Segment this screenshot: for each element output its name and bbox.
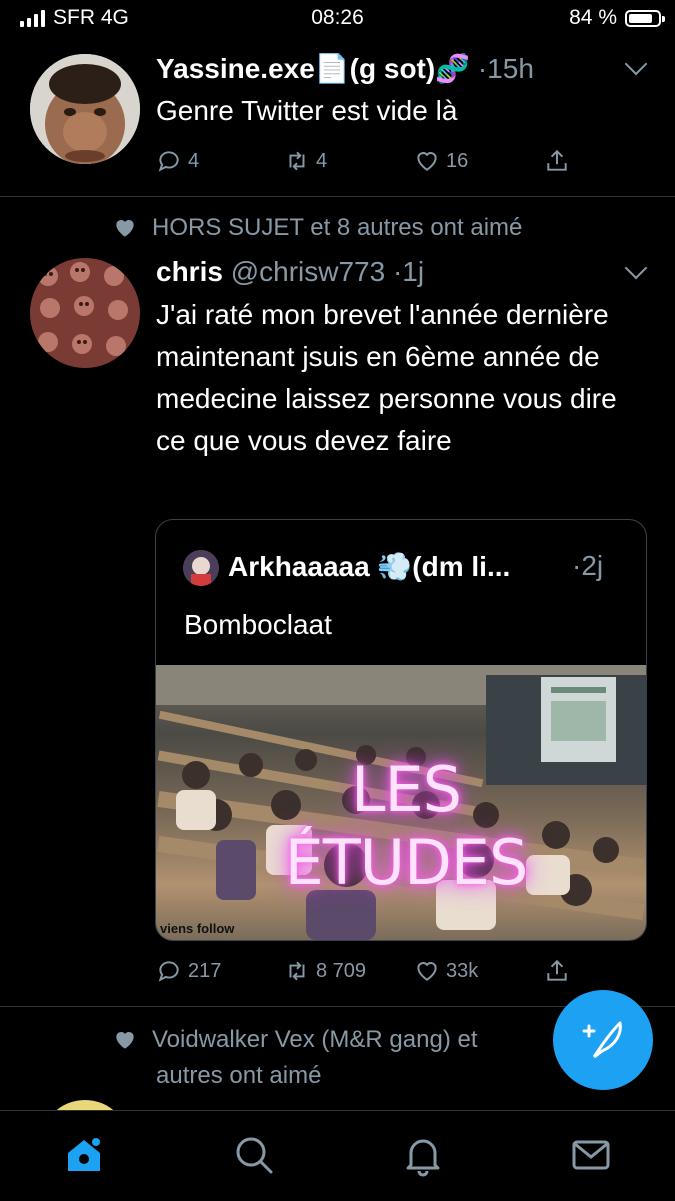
tweet-text: Genre Twitter est vide là [156, 95, 458, 126]
compose-tweet-button[interactable] [553, 990, 653, 1090]
tab-messages[interactable] [569, 1133, 613, 1177]
lecture-hall-image[interactable]: LES ÉTUDES viens follow [156, 665, 646, 940]
reply-icon [158, 961, 179, 982]
heart-filled-icon [116, 220, 134, 237]
retweet-icon [289, 151, 305, 171]
tab-home[interactable] [62, 1133, 106, 1177]
quoted-tweet[interactable]: Arkhaaaaa 💨(dm li... ·2j Bomboclaat LES … [155, 519, 647, 941]
quoted-time: ·2j [572, 550, 604, 581]
share-button[interactable] [544, 148, 570, 174]
display-name[interactable]: chris [156, 256, 223, 287]
tweet-time: ·15h [477, 53, 534, 84]
retweet-button[interactable]: 8 709 [284, 958, 366, 984]
like-count: 33k [446, 959, 479, 982]
battery-icon [625, 9, 665, 27]
social-context: HORS SUJET et 8 autres ont aimé [112, 214, 522, 242]
social-context-line1: Voidwalker Vex (M&R gang) et [152, 1026, 478, 1053]
tweet-text: J'ai raté mon brevet l'année dernière ma… [156, 299, 617, 456]
reply-button[interactable]: 4 [156, 148, 199, 174]
tweet-time: ·1j [392, 256, 425, 287]
status-bar: SFR 4G 08:26 84 % [0, 0, 675, 36]
retweet-icon [289, 961, 305, 981]
retweet-count: 4 [316, 149, 328, 172]
bell-icon [406, 1139, 440, 1177]
share-icon [547, 149, 567, 171]
compose-feather-icon [582, 1021, 622, 1059]
battery-percent: 84 % [569, 6, 617, 29]
image-caption: LES ÉTUDES [284, 753, 529, 899]
bottom-tab-bar [0, 1110, 675, 1201]
heart-icon [417, 962, 437, 981]
retweet-button[interactable]: 4 [284, 148, 327, 174]
home-icon [68, 1138, 100, 1171]
avatar-arkhaaaaa[interactable] [183, 550, 219, 586]
handle: @chrisw773 [230, 256, 386, 287]
tab-notifications[interactable] [401, 1133, 445, 1177]
reply-count: 217 [188, 959, 222, 982]
tab-search[interactable] [232, 1133, 276, 1177]
image-watermark: viens follow [160, 921, 235, 936]
reply-count: 4 [188, 149, 200, 172]
avatar-yassine[interactable] [30, 54, 140, 164]
reply-button[interactable]: 217 [156, 958, 221, 984]
quoted-text: Bomboclaat [184, 609, 332, 640]
social-context-text: HORS SUJET et 8 autres ont aimé [152, 214, 523, 241]
like-button[interactable]: 16 [414, 148, 468, 174]
retweet-count: 8 709 [316, 959, 367, 982]
display-name[interactable]: Yassine.exe📄(g sot)🧬 [156, 53, 470, 84]
like-button[interactable]: 33k [414, 958, 478, 984]
share-button[interactable] [544, 958, 570, 984]
mail-icon [572, 1140, 610, 1170]
reply-icon [158, 151, 179, 172]
like-count: 16 [446, 149, 469, 172]
quoted-display-name[interactable]: Arkhaaaaa 💨(dm li... [228, 551, 510, 582]
heart-icon [417, 152, 437, 171]
social-context: Voidwalker Vex (M&R gang) et [112, 1026, 478, 1054]
social-context-line2: autres ont aimé [156, 1062, 322, 1089]
divider [0, 196, 675, 197]
chevron-down-icon[interactable] [624, 52, 648, 76]
heart-filled-icon [116, 1032, 134, 1049]
share-icon [547, 959, 567, 981]
chevron-down-icon[interactable] [624, 256, 648, 280]
search-icon [236, 1137, 273, 1174]
avatar-chris[interactable] [30, 258, 140, 368]
